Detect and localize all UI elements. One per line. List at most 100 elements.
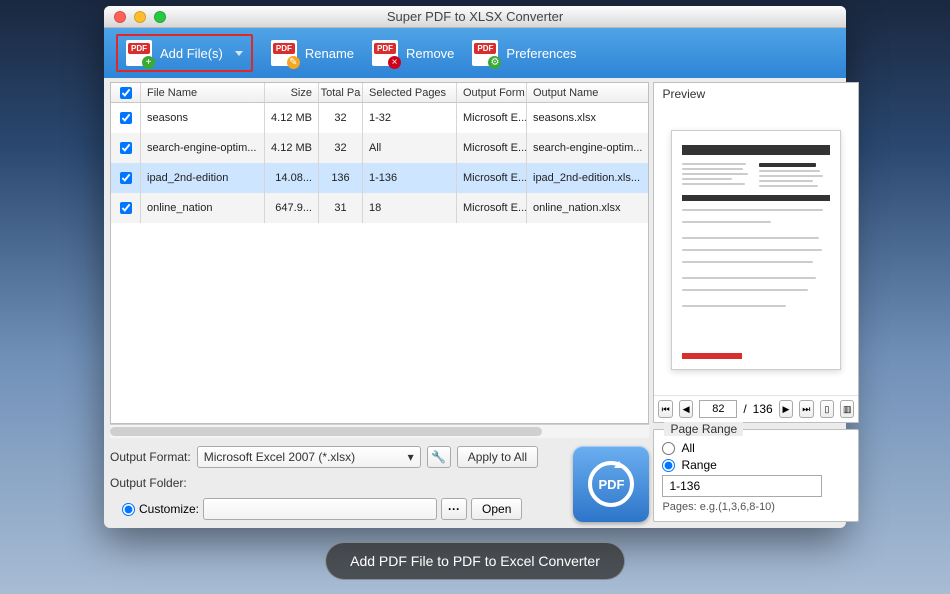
output-format-label: Output Format: — [110, 450, 191, 464]
table-header: File Name Size Total Pa Selected Pages O… — [111, 83, 648, 103]
chevron-down-icon — [235, 51, 243, 56]
cell-size: 647.9... — [265, 193, 319, 223]
titlebar: Super PDF to XLSX Converter — [104, 6, 846, 28]
cell-output: seasons.xlsx — [527, 103, 648, 133]
cell-filename: ipad_2nd-edition — [141, 163, 265, 193]
preferences-button[interactable]: ⚙ Preferences — [472, 40, 576, 66]
cell-output: search-engine-optim... — [527, 133, 648, 163]
header-size[interactable]: Size — [265, 83, 319, 102]
add-files-label: Add File(s) — [160, 46, 223, 61]
prev-page-button[interactable]: ◀ — [679, 400, 693, 418]
cell-total: 31 — [319, 193, 363, 223]
cell-selected: 18 — [363, 193, 457, 223]
range-hint: Pages: e.g.(1,3,6,8-10) — [662, 501, 850, 513]
h-scrollbar[interactable] — [110, 424, 649, 438]
customize-label: Customize: — [139, 502, 199, 516]
range-range-label: Range — [681, 458, 716, 472]
output-path-input[interactable] — [203, 498, 437, 520]
toolbar: + Add File(s) ✎ Rename × Remove ⚙ Prefer… — [104, 28, 846, 78]
range-range-radio[interactable] — [662, 459, 675, 472]
remove-label: Remove — [406, 46, 454, 61]
cell-output: online_nation.xlsx — [527, 193, 648, 223]
table-row[interactable]: seasons4.12 MB321-32Microsoft E...season… — [111, 103, 648, 133]
cell-filename: online_nation — [141, 193, 265, 223]
right-pane: Preview — [653, 82, 859, 522]
table-row[interactable]: online_nation647.9...3118Microsoft E...o… — [111, 193, 648, 223]
cell-format: Microsoft E... — [457, 193, 527, 223]
cell-size: 4.12 MB — [265, 133, 319, 163]
header-output[interactable]: Output Name — [527, 83, 648, 102]
preview-nav: ⏮ ◀ / 136 ▶ ⏭ ▯ ▥ — [654, 395, 858, 422]
bottom-left: Output Format: Microsoft Excel 2007 (*.x… — [110, 446, 565, 522]
page-number-input[interactable] — [699, 400, 737, 418]
header-format[interactable]: Output Form — [457, 83, 527, 102]
page-total: 136 — [753, 402, 773, 416]
cell-selected: All — [363, 133, 457, 163]
open-folder-button[interactable]: Open — [471, 498, 522, 520]
remove-button[interactable]: × Remove — [372, 40, 454, 66]
browse-button[interactable]: ··· — [441, 498, 467, 520]
cell-selected: 1-32 — [363, 103, 457, 133]
cell-output: ipad_2nd-edition.xls... — [527, 163, 648, 193]
header-selected[interactable]: Selected Pages — [363, 83, 457, 102]
apply-to-all-button[interactable]: Apply to All — [457, 446, 538, 468]
bottom-controls: Output Format: Microsoft Excel 2007 (*.x… — [110, 446, 649, 522]
range-all-radio[interactable] — [662, 442, 675, 455]
body: File Name Size Total Pa Selected Pages O… — [104, 78, 846, 528]
first-page-button[interactable]: ⏮ — [658, 400, 672, 418]
pdf-prefs-icon: ⚙ — [472, 40, 498, 66]
output-format-select[interactable]: Microsoft Excel 2007 (*.xlsx) ▾ — [197, 446, 421, 468]
chevron-down-icon: ▾ — [408, 450, 414, 464]
window-title: Super PDF to XLSX Converter — [104, 9, 846, 24]
output-folder-label: Output Folder: — [110, 476, 187, 490]
preview-panel: Preview — [653, 82, 859, 423]
last-page-button[interactable]: ⏭ — [799, 400, 813, 418]
customize-radio[interactable] — [122, 503, 135, 516]
header-check[interactable] — [111, 83, 141, 102]
cell-selected: 1-136 — [363, 163, 457, 193]
app-window: Super PDF to XLSX Converter + Add File(s… — [104, 6, 846, 528]
prefs-label: Preferences — [506, 46, 576, 61]
cell-format: Microsoft E... — [457, 133, 527, 163]
page-sep: / — [743, 402, 746, 416]
cell-format: Microsoft E... — [457, 163, 527, 193]
caption-pill: Add PDF File to PDF to Excel Converter — [325, 542, 625, 580]
table-row[interactable]: ipad_2nd-edition14.08...1361-136Microsof… — [111, 163, 648, 193]
pdf-add-icon: + — [126, 40, 152, 66]
next-page-button[interactable]: ▶ — [779, 400, 793, 418]
cell-total: 32 — [319, 103, 363, 133]
cell-format: Microsoft E... — [457, 103, 527, 133]
pdf-remove-icon: × — [372, 40, 398, 66]
cell-total: 136 — [319, 163, 363, 193]
output-format-value: Microsoft Excel 2007 (*.xlsx) — [204, 450, 355, 464]
page-range-legend: Page Range — [664, 422, 743, 436]
preview-body — [654, 105, 858, 395]
cell-size: 14.08... — [265, 163, 319, 193]
range-input[interactable] — [662, 475, 822, 497]
cell-size: 4.12 MB — [265, 103, 319, 133]
convert-icon: PDF — [588, 461, 634, 507]
add-files-button[interactable]: + Add File(s) — [116, 34, 253, 72]
preview-title: Preview — [654, 83, 858, 105]
row-check[interactable] — [120, 142, 132, 154]
file-table: File Name Size Total Pa Selected Pages O… — [110, 82, 649, 424]
pdf-rename-icon: ✎ — [271, 40, 297, 66]
header-total[interactable]: Total Pa — [319, 83, 363, 102]
table-body: seasons4.12 MB321-32Microsoft E...season… — [111, 103, 648, 423]
preview-page — [671, 130, 841, 370]
range-all-label: All — [681, 441, 694, 455]
row-check[interactable] — [120, 172, 132, 184]
cell-total: 32 — [319, 133, 363, 163]
row-check[interactable] — [120, 112, 132, 124]
left-pane: File Name Size Total Pa Selected Pages O… — [110, 82, 649, 522]
row-check[interactable] — [120, 202, 132, 214]
header-filename[interactable]: File Name — [141, 83, 265, 102]
format-settings-button[interactable]: 🔧 — [427, 446, 451, 468]
cell-filename: search-engine-optim... — [141, 133, 265, 163]
single-page-icon[interactable]: ▯ — [820, 400, 834, 418]
check-all[interactable] — [120, 87, 132, 99]
table-row[interactable]: search-engine-optim...4.12 MB32AllMicros… — [111, 133, 648, 163]
rename-button[interactable]: ✎ Rename — [271, 40, 354, 66]
convert-button[interactable]: PDF — [573, 446, 649, 522]
multi-page-icon[interactable]: ▥ — [840, 400, 854, 418]
